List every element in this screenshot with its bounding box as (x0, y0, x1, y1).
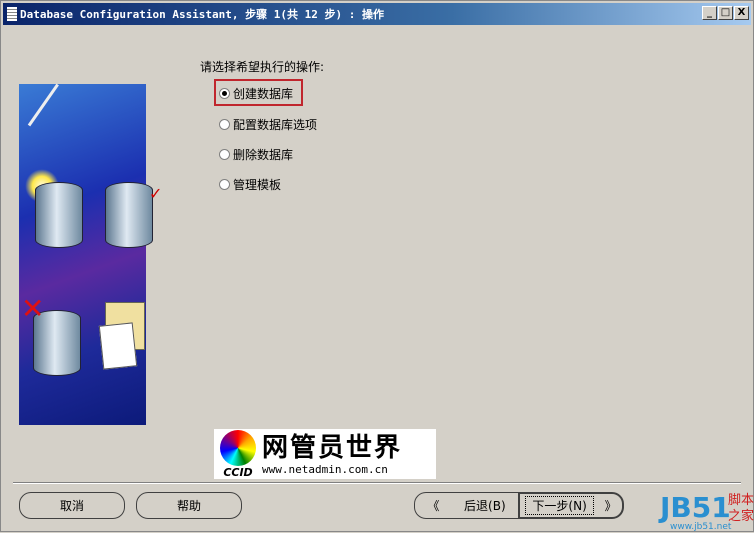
action-prompt: 请选择希望执行的操作: (200, 60, 325, 74)
cancel-button[interactable]: 取消 (19, 492, 125, 519)
next-arrow-icon: 》 (604, 499, 617, 513)
maximize-button[interactable]: □ (718, 6, 733, 20)
jb51-watermark: JB51 脚本 之家 www.jb51.net (656, 489, 754, 533)
option-create-database[interactable]: 创建数据库 (219, 85, 293, 102)
option-manage-templates[interactable]: 管理模板 (219, 176, 281, 193)
wizard-illustration: ✓ ✕ (19, 83, 162, 425)
document-icon (98, 322, 138, 370)
app-icon (7, 7, 17, 21)
database-check-icon (105, 182, 153, 248)
watermark-logo: JB51 (660, 491, 731, 524)
title-bar: Database Configuration Assistant, 步骤 1(共… (3, 3, 751, 25)
wand-icon (27, 83, 59, 127)
option-label: 删除数据库 (233, 148, 294, 162)
radio-button[interactable] (219, 119, 230, 130)
option-label: 管理模板 (233, 178, 282, 192)
next-label: 下一步(N) (525, 496, 594, 515)
window-title: Database Configuration Assistant, 步骤 1(共… (20, 8, 385, 21)
option-label: 配置数据库选项 (233, 118, 318, 132)
radio-button[interactable] (219, 88, 230, 99)
divider (13, 482, 741, 484)
radio-button[interactable] (219, 149, 230, 160)
option-label: 创建数据库 (233, 87, 294, 101)
close-button[interactable]: X (734, 6, 749, 20)
watermark-text: 之家 (728, 509, 754, 524)
option-delete-database[interactable]: 删除数据库 (219, 146, 293, 163)
next-button[interactable]: 下一步(N) 》 (518, 492, 624, 519)
help-button[interactable]: 帮助 (136, 492, 242, 519)
logo-brand: CCID (223, 465, 253, 479)
logo-title: 网管员世界 (262, 432, 403, 463)
netadmin-logo: CCID 网管员世界 www.netadmin.com.cn (214, 429, 436, 479)
minimize-button[interactable]: _ (702, 6, 717, 20)
check-icon: ✓ (149, 184, 163, 203)
logo-url: www.netadmin.com.cn (262, 462, 388, 476)
back-arrow-icon: 《 (427, 499, 440, 513)
option-configure-database[interactable]: 配置数据库选项 (219, 116, 317, 133)
radio-button[interactable] (219, 179, 230, 190)
database-icon (35, 182, 83, 248)
x-icon: ✕ (21, 292, 45, 325)
back-button[interactable]: 《 后退(B) (414, 492, 519, 519)
color-wheel-icon (220, 429, 256, 466)
watermark-url: www.jb51.net (670, 522, 732, 532)
back-label: 后退(B) (464, 499, 506, 513)
